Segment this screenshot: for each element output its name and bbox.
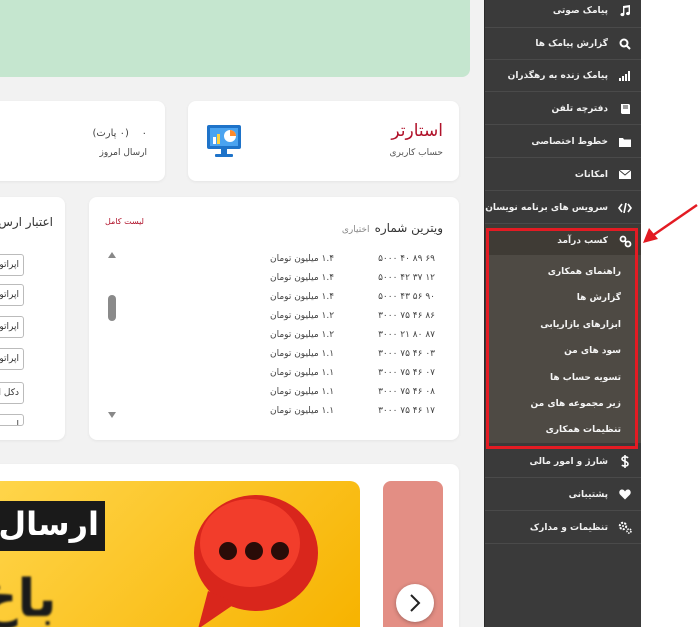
- list-item[interactable]: ۵۰۰۰ ۴۳ ۵۶ ۹۰ ۱.۴ میلیون تومان: [270, 292, 435, 306]
- full-list-link[interactable]: لیست کامل: [105, 217, 144, 226]
- sidebar-item-settings-documents[interactable]: تنظیمات و مدارک: [485, 512, 642, 544]
- vitrin-title: ویترین شماره: [374, 221, 443, 235]
- sidebar-item-features[interactable]: امکانات: [485, 159, 642, 191]
- sidebar-item-voice-sms[interactable]: پیامک صوتی: [485, 0, 642, 28]
- scroll-thumb[interactable]: [108, 295, 116, 321]
- sidebar-item-sms-report[interactable]: گزارش پیامک ها: [485, 28, 642, 60]
- plan-card: استارتر حساب کاربری: [188, 101, 459, 181]
- right-margin: [641, 0, 699, 627]
- list-item[interactable]: ۵۰۰۰ ۴۰ ۸۹ ۶۹ ۱.۴ میلیون تومان: [270, 254, 435, 268]
- operator-button[interactable]: اپراتور ا: [0, 348, 24, 370]
- operator-button[interactable]: ا: [0, 414, 24, 426]
- sidebar-item-dedicated-lines[interactable]: خطوط اختصاصی: [485, 126, 642, 158]
- highlight-box: [486, 228, 638, 449]
- code-icon: [608, 202, 642, 213]
- sidebar-item-developer-services[interactable]: سرویس های برنامه نویسان: [485, 192, 642, 224]
- list-item[interactable]: ۳۰۰۰ ۷۵ ۴۶ ۰۸ ۱.۱ میلیون تومان: [270, 387, 435, 401]
- annotation-arrow: [640, 203, 698, 249]
- send-count: ۰: [141, 128, 147, 139]
- plan-title: استارتر: [391, 121, 443, 141]
- banner-text-2: باخ: [0, 569, 57, 627]
- chevron-right-icon: [410, 594, 421, 612]
- list-item[interactable]: ۵۰۰۰ ۴۲ ۳۷ ۱۲ ۱.۴ میلیون تومان: [270, 273, 435, 287]
- sidebar-item-finance[interactable]: شارژ و امور مالی: [485, 446, 642, 478]
- sidebar-item-support[interactable]: پشتیبانی: [485, 479, 642, 511]
- music-icon: [608, 4, 642, 17]
- send-today-card: ۰ (۰ پارت) ارسال امروز: [0, 101, 165, 181]
- sidebar-item-phonebook[interactable]: دفترچه تلفن: [485, 93, 642, 125]
- credit-card: اعتبار ارس اپراتور ه اپراتور ه اپراتور ۳…: [0, 197, 65, 440]
- folder-icon: [608, 137, 642, 147]
- send-label: ارسال امروز: [99, 148, 147, 158]
- operator-button[interactable]: اپراتور ۳: [0, 316, 24, 338]
- signal-icon: [608, 70, 642, 81]
- operator-button[interactable]: دکل ایرا: [0, 382, 24, 404]
- operator-button[interactable]: اپراتور ه: [0, 254, 24, 276]
- plan-subtitle: حساب کاربری: [389, 148, 443, 158]
- sidebar-item-live-sms[interactable]: پیامک زنده به رهگذران: [485, 60, 642, 92]
- gears-icon: [608, 521, 642, 534]
- list-item[interactable]: ۳۰۰۰ ۷۵ ۴۶ ۰۳ ۱.۱ میلیون تومان: [270, 349, 435, 363]
- banner-text-box: ارسال: [0, 501, 105, 551]
- envelope-icon: [608, 170, 642, 179]
- vitrin-optional: اختیاری: [341, 225, 370, 235]
- list-item[interactable]: ۳۰۰۰ ۷۵ ۴۶ ۸۶ ۱.۲ میلیون تومان: [270, 311, 435, 325]
- chat-bubble-icon: [180, 491, 330, 627]
- book-icon: [608, 103, 642, 115]
- send-parts: (۰ پارت): [92, 128, 129, 139]
- search-icon: [608, 38, 642, 50]
- credit-title: اعتبار ارس: [0, 215, 53, 229]
- top-banner: [0, 0, 470, 77]
- list-item[interactable]: ۳۰۰۰ ۷۵ ۴۶ ۱۷ ۱.۱ میلیون تومان: [270, 406, 435, 420]
- monitor-chart-icon: [206, 123, 242, 163]
- heart-icon: [608, 489, 642, 500]
- operator-button[interactable]: اپراتور ه: [0, 284, 24, 306]
- slide-image[interactable]: ارسال باخ: [0, 481, 360, 627]
- vitrin-scrollbar[interactable]: [106, 250, 118, 420]
- dollar-icon: [608, 455, 642, 468]
- next-slide-button[interactable]: [396, 584, 434, 622]
- list-item[interactable]: ۳۰۰۰ ۲۱ ۸۰ ۸۷ ۱.۲ میلیون تومان: [270, 330, 435, 344]
- banner-text-1: ارسال: [0, 505, 99, 543]
- list-item[interactable]: ۳۰۰۰ ۷۵ ۴۶ ۰۷ ۱.۱ میلیون تومان: [270, 368, 435, 382]
